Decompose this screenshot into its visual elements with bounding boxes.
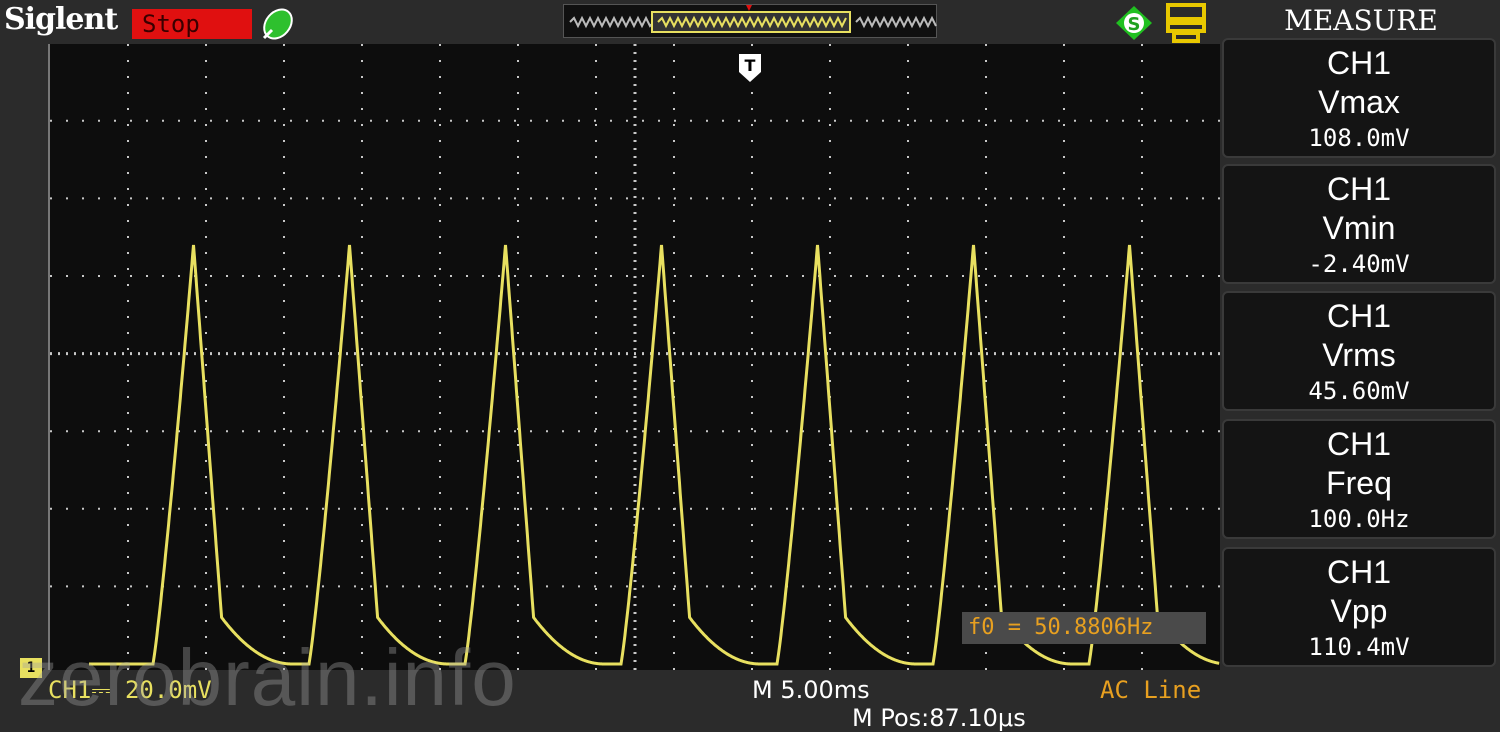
measure-channel: CH1 xyxy=(1326,171,1391,207)
usb-icon xyxy=(1166,3,1206,43)
measure-value: -2.40mV xyxy=(1308,250,1410,278)
time-base[interactable]: M 5.00ms xyxy=(752,676,870,704)
measure-channel: CH1 xyxy=(1326,554,1391,590)
measure-name: Vmin xyxy=(1322,210,1396,246)
waveform-display[interactable]: T xyxy=(48,44,1220,670)
measure-channel: CH1 xyxy=(1326,426,1391,462)
measure-name: Freq xyxy=(1326,465,1392,501)
measure-value: 100.0Hz xyxy=(1308,505,1410,533)
run-stop-status[interactable]: Stop xyxy=(132,9,252,39)
measure-slot-freq[interactable]: CH1 Freq 100.0Hz xyxy=(1222,419,1496,539)
frequency-counter-readout: f0 = 50.8806Hz xyxy=(962,612,1206,644)
measure-channel: CH1 xyxy=(1326,298,1391,334)
measure-slot-vpp[interactable]: CH1 Vpp 110.4mV xyxy=(1222,547,1496,667)
top-status-bar: Siglent Stop S xyxy=(0,0,1222,44)
measure-value: 110.4mV xyxy=(1308,633,1410,661)
ch1-waveform-trace xyxy=(89,244,1220,666)
probe-icon xyxy=(262,8,293,40)
brand-logo: Siglent xyxy=(4,2,118,37)
svg-text:S: S xyxy=(1128,14,1141,35)
measure-slot-vrms[interactable]: CH1 Vrms 45.60mV xyxy=(1222,291,1496,411)
measure-name: Vpp xyxy=(1330,593,1388,629)
measure-slot-vmax[interactable]: CH1 Vmax 108.0mV xyxy=(1222,38,1496,158)
time-position[interactable]: M Pos:87.10μs xyxy=(852,704,1026,732)
trigger-marker-icon[interactable]: T xyxy=(739,54,761,82)
graticule xyxy=(50,44,1220,670)
trigger-label: T xyxy=(745,56,756,75)
trigger-source[interactable]: AC Line xyxy=(1100,676,1201,704)
measure-name: Vmax xyxy=(1318,84,1400,120)
measure-name: Vrms xyxy=(1322,337,1396,373)
horizontal-map-waveform xyxy=(569,5,937,33)
measure-title: MEASURE xyxy=(1284,4,1438,37)
scope-canvas: T xyxy=(50,44,1220,670)
sync-icon: S xyxy=(1116,6,1152,40)
horizontal-position-map xyxy=(563,4,937,38)
measure-value: 45.60mV xyxy=(1308,377,1410,405)
measure-value: 108.0mV xyxy=(1308,124,1410,152)
measure-slot-vmin[interactable]: CH1 Vmin -2.40mV xyxy=(1222,164,1496,284)
measure-channel: CH1 xyxy=(1326,45,1391,81)
watermark: zerobrain.info xyxy=(18,633,517,722)
